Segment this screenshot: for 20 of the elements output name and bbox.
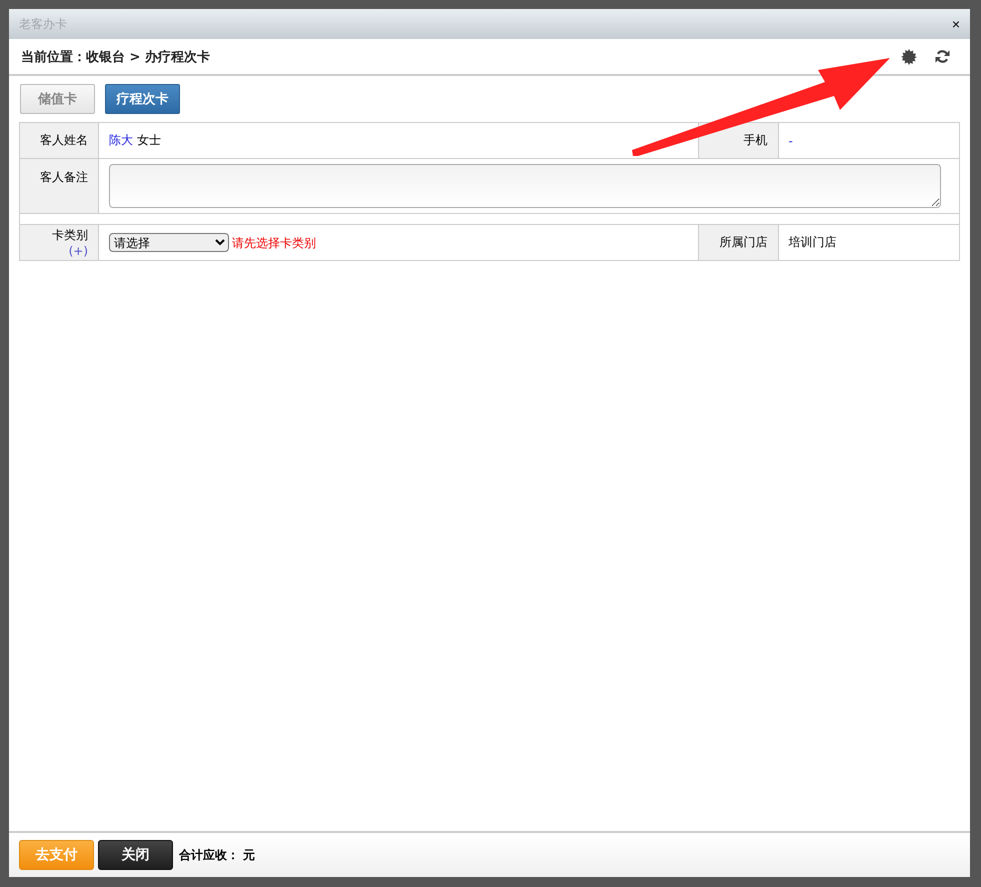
close-button[interactable]: 关闭	[98, 840, 173, 870]
field-label: 客人备注	[20, 158, 98, 214]
table-cell: 陈大 女士	[98, 122, 698, 158]
error-message: 请先选择卡类别	[232, 236, 316, 250]
refresh-icon[interactable]	[935, 49, 950, 64]
tab[interactable]: 储值卡	[20, 84, 95, 114]
table-cell: -	[778, 122, 960, 158]
card-type-select[interactable]: 请选择	[109, 233, 229, 252]
field-label: 客人姓名	[20, 122, 98, 158]
breadcrumb: 当前位置：收银台 > 办疗程次卡	[21, 48, 210, 66]
total-text: 合计应收： 元	[179, 846, 256, 864]
tab[interactable]: 疗程次卡	[105, 84, 180, 114]
table-cell: 培训门店	[778, 224, 960, 260]
window-title: 老客办卡	[19, 16, 67, 32]
close-button[interactable]: ×	[952, 16, 960, 32]
settings-icon[interactable]	[901, 48, 917, 64]
note-field[interactable]	[109, 164, 941, 208]
field-label: 所属门店	[698, 224, 778, 260]
add-link[interactable]: (+)	[68, 244, 88, 258]
field-label: 卡类别	[52, 228, 88, 242]
